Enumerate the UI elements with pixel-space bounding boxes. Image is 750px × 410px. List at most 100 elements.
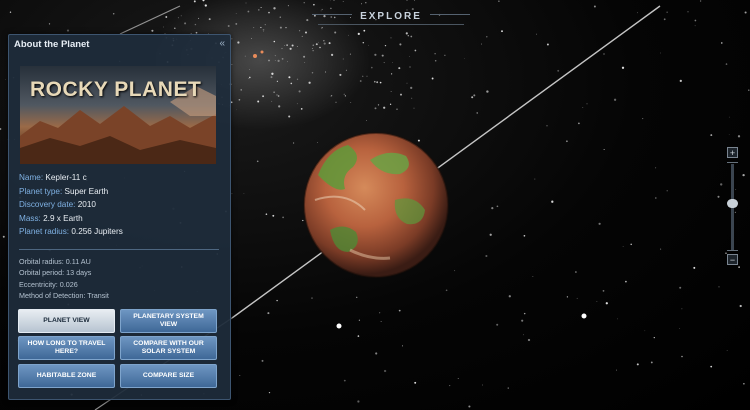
star [468,405,471,408]
star [737,135,741,138]
zoom-in-button[interactable]: + [727,147,738,158]
star [534,178,536,180]
star [414,49,417,52]
star [717,195,720,198]
detail-label: Planet radius: [19,227,70,237]
star [417,139,420,142]
panel-header: About the Planet « [9,35,230,55]
star [390,91,392,92]
star [434,53,436,55]
star [630,243,632,246]
star [343,379,346,382]
star [622,245,624,247]
star [496,205,499,208]
star [406,82,408,84]
compare-size-button[interactable]: COMPARE SIZE [120,364,217,388]
star [363,29,366,32]
star [546,43,549,46]
star [375,352,378,355]
star [566,296,569,298]
star-bright [336,323,342,329]
star [582,107,584,108]
zoom-slider-thumb[interactable] [727,198,738,208]
star [396,108,398,110]
star [532,275,534,277]
star [368,44,370,46]
divider [19,249,219,250]
star [400,93,402,96]
star [473,94,476,97]
star [602,290,605,292]
star [268,391,271,394]
star [276,299,278,302]
star [617,318,619,320]
star [523,234,526,237]
star [496,323,499,326]
detail-row: Discovery date: 2010 [19,198,123,212]
star [398,67,401,70]
star [482,384,483,386]
star [342,1,344,3]
star [444,54,446,56]
star [485,254,488,258]
detail-label: Discovery date: [19,200,76,210]
explore-tab-label: EXPLORE [360,11,422,22]
star [357,335,360,337]
star [414,0,415,1]
star [409,56,410,57]
star [272,214,275,217]
star [256,160,259,163]
star [486,90,489,93]
star [390,73,393,75]
star [411,97,413,99]
explore-tab[interactable]: EXPLORE [312,6,470,25]
star [431,77,434,80]
star [575,271,577,273]
collapse-panel-icon[interactable]: « [219,38,225,49]
planetary-system-view-button[interactable]: PLANETARY SYSTEM VIEW [120,309,217,333]
star [5,79,6,80]
star [489,233,492,236]
star [653,336,655,339]
star [282,216,284,219]
habitable-zone-button[interactable]: HABITABLE ZONE [18,364,115,388]
star [527,338,531,342]
star [718,286,720,288]
planet-globe[interactable] [303,132,449,278]
planet-view-button[interactable]: PLANET VIEW [18,309,115,333]
planet-details: Name: Kepler-11 c Planet type: Super Ear… [19,171,123,239]
star [660,248,662,250]
zoom-track-cap [727,162,738,163]
zoom-out-button[interactable]: − [727,254,738,265]
star [381,54,384,57]
compare-solar-system-button[interactable]: COMPARE WITH OUR SOLAR SYSTEM [120,336,217,360]
star [735,189,737,190]
star [365,1,367,4]
star [605,302,608,305]
star [414,381,417,384]
detail-label: Mass: [19,213,41,223]
star [317,142,318,143]
star [410,35,413,38]
planet-type-banner: ROCKY PLANET [20,66,216,164]
star [366,120,367,121]
star [734,211,737,214]
star [650,361,653,364]
star [621,66,625,69]
detail-label: Planet type: [19,186,63,196]
star [738,266,740,268]
star [508,295,511,298]
star [498,0,500,2]
star [546,125,548,127]
star [449,385,451,387]
orbit-detail-row: Method of Detection: Transit [19,291,109,301]
star [165,16,168,18]
orbit-details: Orbital radius: 0.11 AU Orbital period: … [19,256,109,302]
travel-time-button[interactable]: HOW LONG TO TRAVEL HERE? [18,336,115,360]
star [739,304,742,308]
star [193,0,196,3]
star [725,63,728,65]
star [728,116,730,118]
star [392,62,393,63]
detail-value: 2.9 x Earth [43,213,83,223]
